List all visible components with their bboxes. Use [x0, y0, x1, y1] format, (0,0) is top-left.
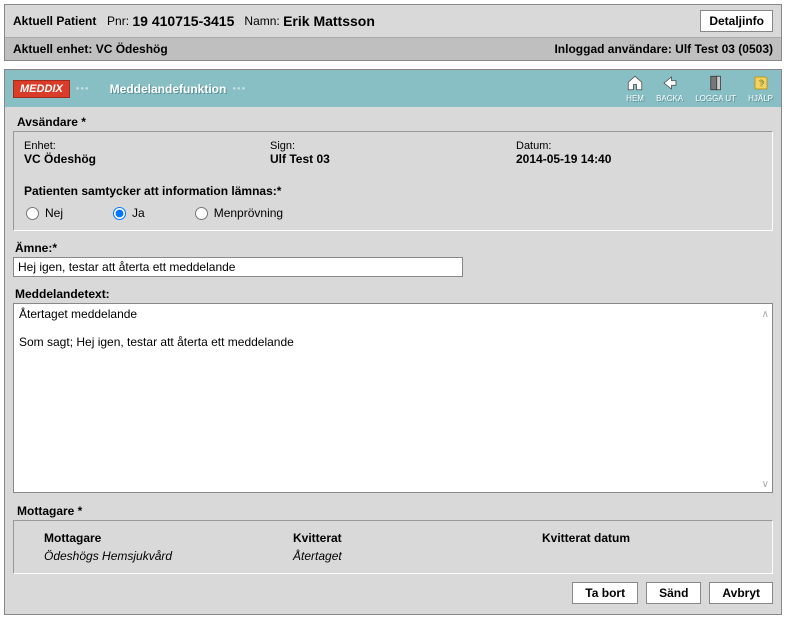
button-row: Ta bort Sänd Avbryt	[13, 574, 773, 606]
help-button[interactable]: ? HJÄLP	[748, 74, 773, 103]
patient-frame: Aktuell Patient Pnr: 19 410715-3415 Namn…	[4, 4, 782, 61]
consent-yes-radio[interactable]	[113, 207, 126, 220]
home-button[interactable]: HEM	[626, 74, 644, 103]
delete-button[interactable]: Ta bort	[572, 582, 638, 604]
body-label: Meddelandetext:	[15, 287, 773, 301]
pnr-label: Pnr:	[107, 14, 129, 28]
recipients-panel: Mottagare Kvitterat Kvitterat datum Ödes…	[13, 520, 773, 574]
consent-yes[interactable]: Ja	[113, 206, 145, 220]
th-ack: Kvitterat	[293, 531, 542, 545]
back-button[interactable]: BACKA	[656, 74, 683, 103]
cancel-button[interactable]: Avbryt	[709, 582, 773, 604]
th-name: Mottagare	[44, 531, 293, 545]
home-icon	[626, 74, 644, 94]
recipient-ackdate	[542, 549, 742, 563]
consent-no-label: Nej	[45, 206, 63, 220]
sender-enhet: VC Ödeshög	[24, 152, 270, 166]
detail-button[interactable]: Detaljinfo	[700, 10, 773, 32]
user-label: Inloggad användare:	[554, 42, 671, 56]
enhet-value: VC Ödeshög	[96, 42, 168, 56]
user-value: Ulf Test 03 (0503)	[675, 42, 773, 56]
divider-dots: ●●●	[76, 86, 90, 92]
logout-icon	[707, 74, 725, 94]
back-label: BACKA	[656, 94, 683, 103]
consent-label: Patienten samtycker att information lämn…	[24, 184, 762, 198]
sender-sign-label: Sign:	[270, 140, 516, 152]
divider-dots: ●●●	[232, 86, 246, 92]
svg-text:?: ?	[758, 78, 763, 88]
consent-radio-group: Nej Ja Menprövning	[24, 198, 762, 222]
name-label: Namn:	[244, 14, 279, 28]
logout-button[interactable]: LOGGA UT	[695, 74, 736, 103]
titlebar: MEDDIX ●●● Meddelandefunktion ●●● HEM BA…	[5, 70, 781, 107]
th-ackdate: Kvitterat datum	[542, 531, 742, 545]
patient-bar: Aktuell Patient Pnr: 19 410715-3415 Namn…	[5, 5, 781, 37]
toolbar: HEM BACKA LOGGA UT ? HJÄLP	[626, 74, 773, 103]
app-logo: MEDDIX	[13, 80, 70, 98]
patient-title: Aktuell Patient	[13, 14, 96, 28]
consent-men[interactable]: Menprövning	[195, 206, 283, 220]
pnr-value: 19 410715-3415	[132, 13, 234, 29]
consent-men-label: Menprövning	[214, 206, 283, 220]
consent-men-radio[interactable]	[195, 207, 208, 220]
recipient-ack: Återtaget	[293, 549, 542, 563]
enhet-label: Aktuell enhet:	[13, 42, 92, 56]
name-value: Erik Mattsson	[283, 13, 375, 29]
sender-date: 2014-05-19 14:40	[516, 152, 762, 166]
send-button[interactable]: Sänd	[646, 582, 701, 604]
page-title: Meddelandefunktion	[110, 82, 227, 96]
home-label: HEM	[626, 94, 644, 103]
table-row: Ödeshögs Hemsjukvård Återtaget	[24, 547, 762, 565]
back-icon	[661, 74, 679, 94]
sender-date-label: Datum:	[516, 140, 762, 152]
content: Avsändare * Enhet: VC Ödeshög Sign: Ulf …	[5, 107, 781, 614]
sender-panel: Enhet: VC Ödeshög Sign: Ulf Test 03 Datu…	[13, 131, 773, 231]
subject-input[interactable]	[13, 257, 463, 277]
body-textarea[interactable]	[13, 303, 773, 493]
subject-label: Ämne:*	[15, 241, 773, 255]
logout-label: LOGGA UT	[695, 94, 736, 103]
consent-yes-label: Ja	[132, 206, 145, 220]
consent-no-radio[interactable]	[26, 207, 39, 220]
recipients-section-label: Mottagare *	[17, 504, 773, 518]
recipients-header: Mottagare Kvitterat Kvitterat datum	[24, 529, 762, 547]
consent-no[interactable]: Nej	[26, 206, 63, 220]
recipient-name: Ödeshögs Hemsjukvård	[44, 549, 293, 563]
help-icon: ?	[752, 74, 770, 94]
sender-sign: Ulf Test 03	[270, 152, 516, 166]
sender-section-label: Avsändare *	[17, 115, 773, 129]
help-label: HJÄLP	[748, 94, 773, 103]
main-frame: MEDDIX ●●● Meddelandefunktion ●●● HEM BA…	[4, 69, 782, 615]
sender-enhet-label: Enhet:	[24, 140, 270, 152]
enhet-bar: Aktuell enhet: VC Ödeshög Inloggad använ…	[5, 37, 781, 60]
